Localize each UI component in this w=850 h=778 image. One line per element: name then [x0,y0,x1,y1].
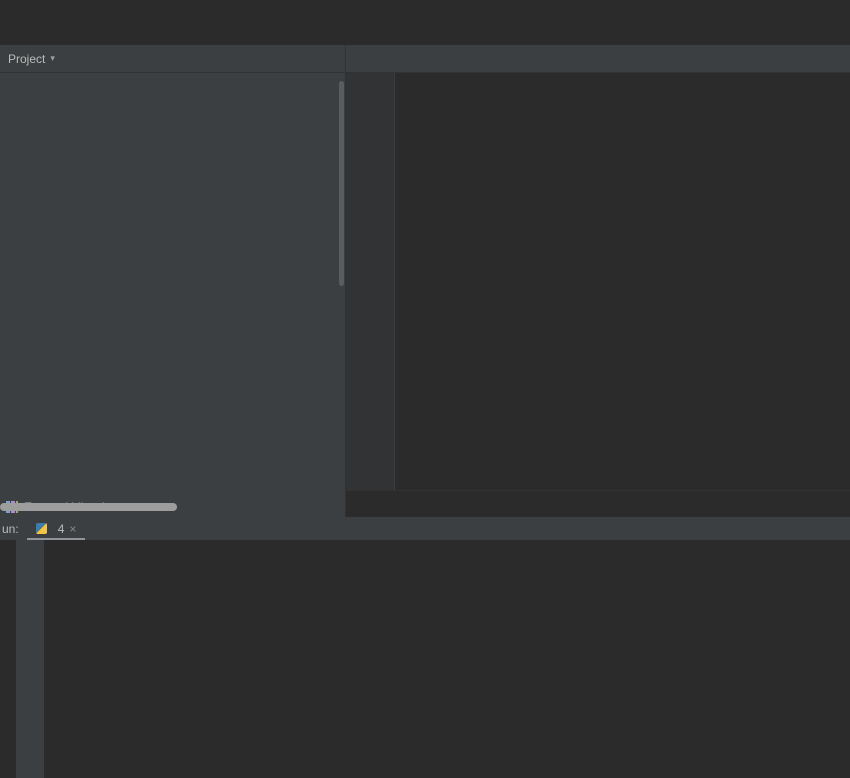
console-area [0,540,850,778]
vertical-scrollbar[interactable] [339,81,344,286]
pycharm-window: Project ▾ External Libraries un: 4 × [0,0,850,778]
editor-tab-bar [346,45,850,73]
horizontal-scrollbar[interactable] [0,503,345,511]
menu-bar [0,0,850,19]
run-tab-label: 4 [57,521,65,536]
navigation-breadcrumb [0,19,850,46]
run-tab-4[interactable]: 4 × [26,517,86,540]
run-tool-window: un: 4 × [0,517,850,778]
close-icon[interactable]: × [69,522,76,536]
code-editor[interactable] [346,73,850,491]
editor-breadcrumb-bar [346,490,850,517]
project-panel-title-label: Project [8,51,46,66]
project-tree [0,73,345,497]
scrollbar-thumb[interactable] [0,503,177,511]
run-toolbar-stripe [0,540,16,778]
console-output[interactable] [44,540,850,778]
project-tool-window: Project ▾ External Libraries [0,45,346,517]
python-file-icon [35,523,47,534]
project-panel-header: Project ▾ [0,45,345,73]
chevron-down-icon: ▾ [50,53,55,63]
editor-gutter[interactable] [346,73,395,491]
run-panel-label: un: [2,521,19,536]
project-panel-title[interactable]: Project ▾ [8,52,55,66]
console-toolbar [16,540,44,778]
run-tab-bar: un: 4 × [0,517,850,540]
editor-area [346,45,850,517]
